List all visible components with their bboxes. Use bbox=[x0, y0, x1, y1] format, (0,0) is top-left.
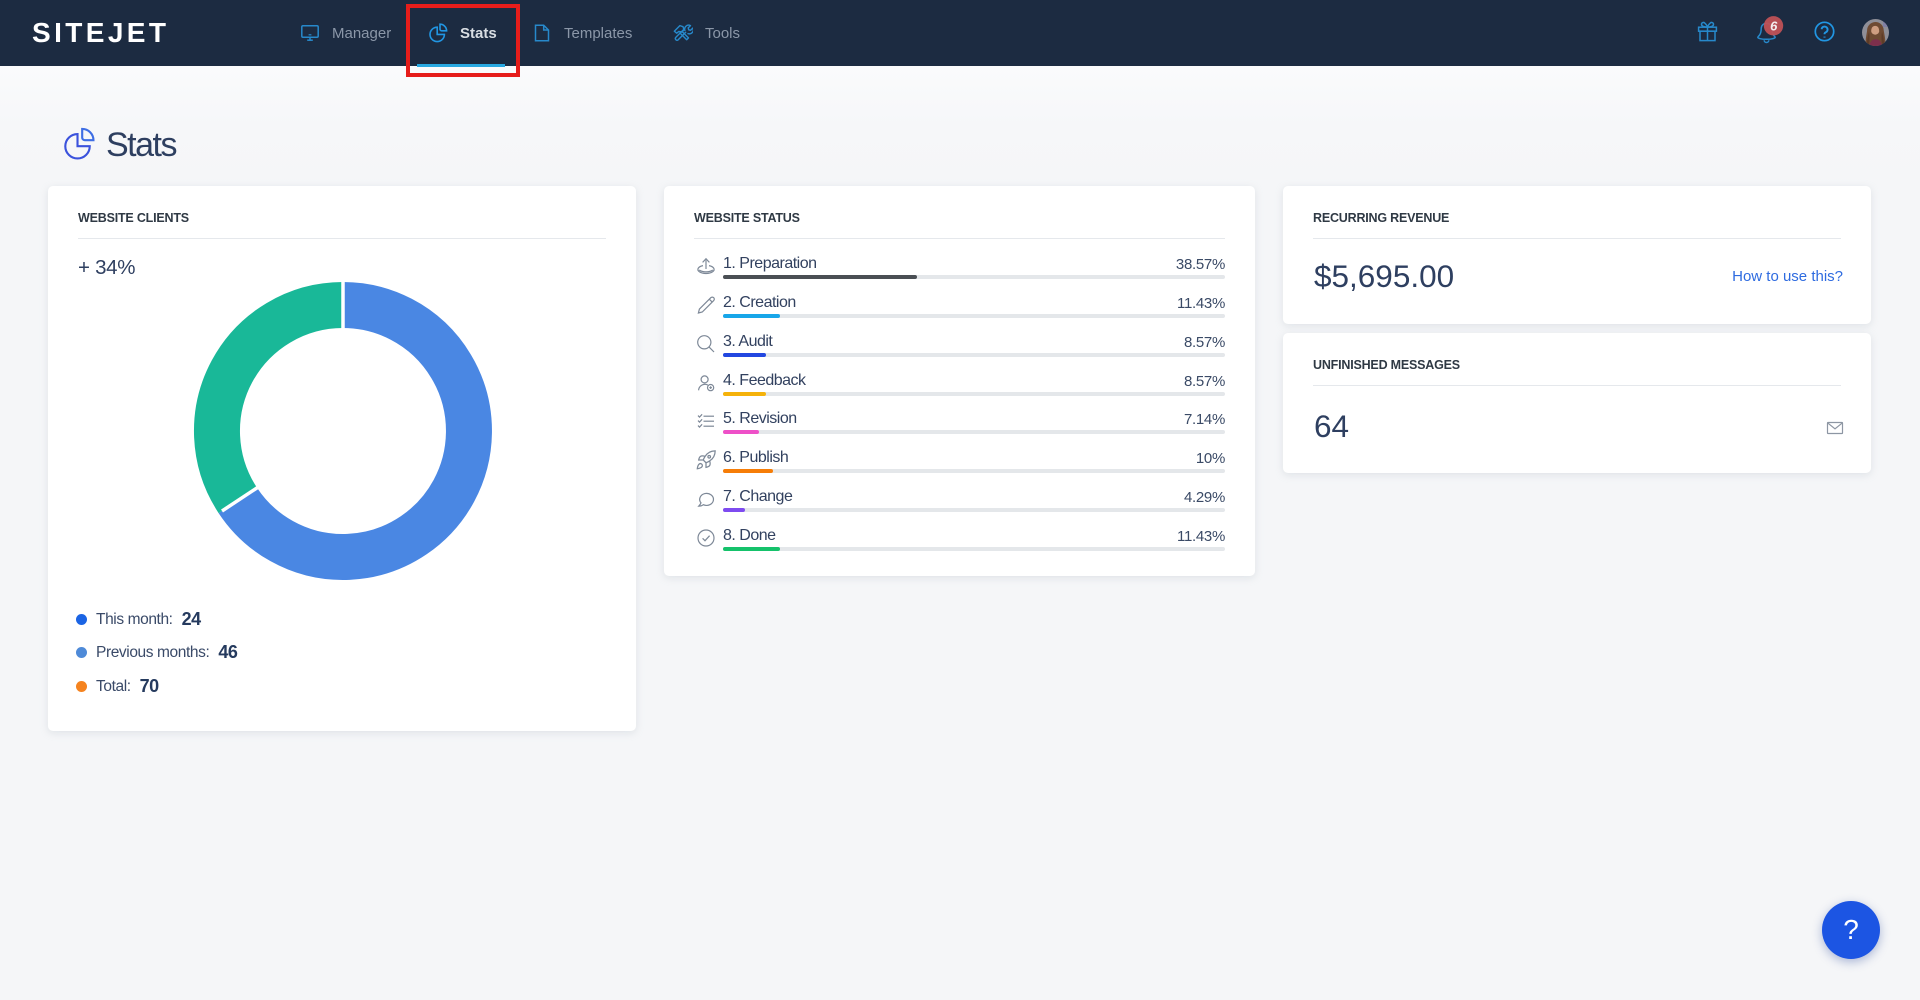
svg-text:6: 6 bbox=[1770, 18, 1778, 33]
